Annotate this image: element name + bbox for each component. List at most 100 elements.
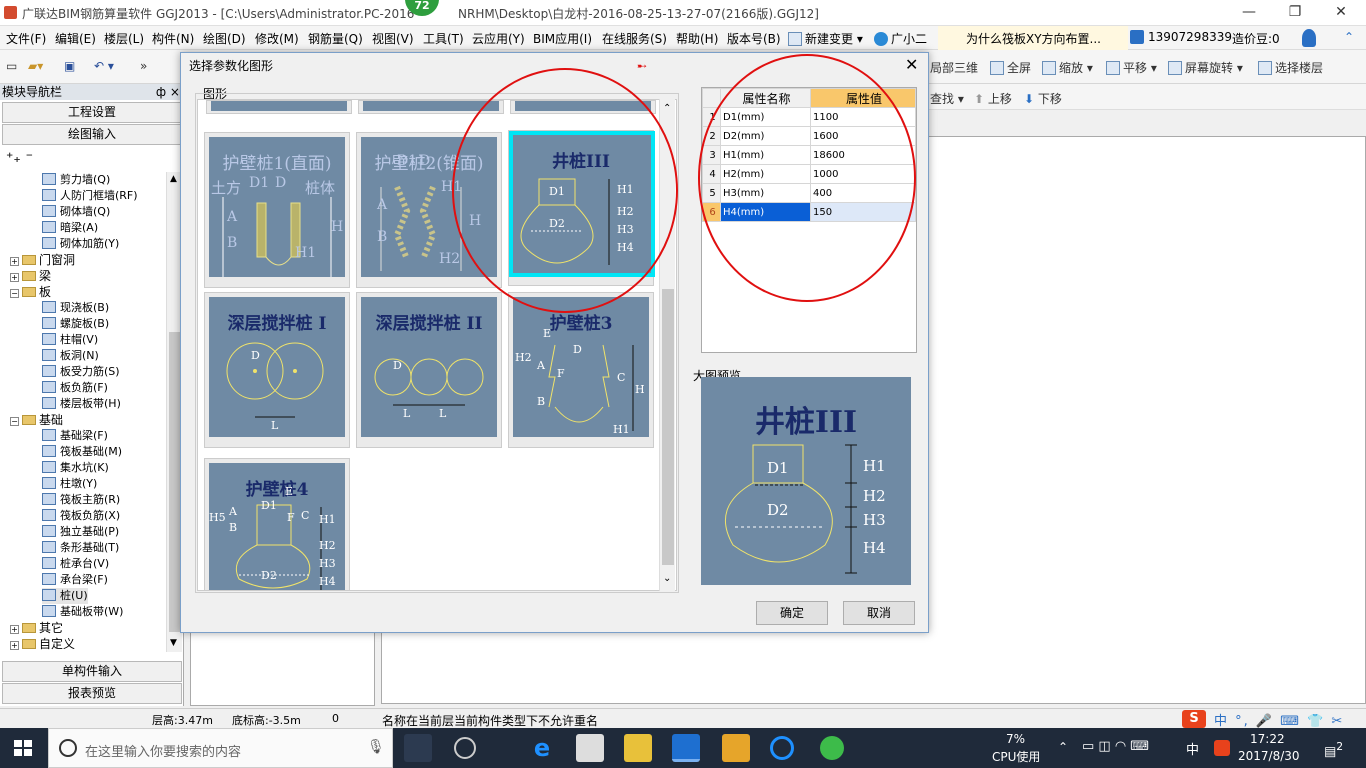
move-up-button[interactable]: ⬆ 上移 [974,90,1012,107]
tree-category[interactable]: + 自定义 [10,636,75,652]
sogou-ime-icon[interactable]: S [1182,710,1206,728]
expand-icon[interactable]: + [10,641,19,650]
zoom-button[interactable]: 缩放 ▾ [1042,59,1093,76]
scroll-down-icon[interactable]: ⌄ [663,573,671,584]
tree-item[interactable]: 砌体加筋(Y) [42,236,119,252]
pan-button[interactable]: 平移 ▾ [1106,59,1157,76]
drawing-input-button[interactable]: 绘图输入 [2,124,182,145]
glodon-app-icon[interactable] [672,734,700,762]
expand-icon[interactable]: + [10,625,19,634]
menu-file[interactable]: 文件(F) [6,30,46,47]
close-window-button[interactable]: ✕ [1318,0,1364,26]
notification-icon[interactable]: ▤2 [1324,740,1343,759]
cancel-button[interactable]: 取消 [843,601,915,625]
minimize-button[interactable]: — [1226,0,1272,26]
find-button[interactable]: 查找 ▾ [930,90,964,107]
menu-rebar[interactable]: 钢筋量(Q) [308,30,363,47]
move-down-button[interactable]: ⬇ 下移 [1024,90,1062,107]
tree-item[interactable]: 筏板负筋(X) [42,508,120,524]
tray-icons[interactable]: ▭ ◫ ◠ ⌨ [1082,739,1149,754]
menu-modify[interactable]: 修改(M) [255,30,299,47]
tree-item[interactable]: 独立基础(P) [42,524,119,540]
tree-item[interactable]: 螺旋板(B) [42,316,109,332]
tree-item[interactable]: 人防门框墙(RF) [42,188,138,204]
notes-app-icon[interactable] [722,734,750,762]
dialog-close-button[interactable]: ✕ [905,55,918,74]
expand-icon[interactable]: + [10,273,19,282]
question-text[interactable]: 为什么筏板XY方向布置... [966,30,1101,47]
tree-item[interactable]: 砌体墙(Q) [42,204,110,220]
scroll-down-icon[interactable]: ▼ [170,638,177,648]
local-3d-button[interactable]: 局部三维 [930,59,978,76]
tree-item[interactable]: 桩(U) [42,588,88,604]
new-file-icon[interactable]: ▭ [6,59,17,73]
shape-thumb-partial[interactable] [206,100,352,114]
menu-help[interactable]: 帮助(H) [676,30,718,47]
screen-rotate-button[interactable]: 屏幕旋转 ▾ [1168,59,1243,76]
tree-item[interactable]: 桩承台(V) [42,556,109,572]
menu-draw[interactable]: 绘图(D) [203,30,246,47]
task-view-icon[interactable] [404,734,432,762]
expand-icon[interactable]: + [10,257,19,266]
new-change-button[interactable]: 新建变更 ▾ [788,30,863,47]
tree-item[interactable]: 承台梁(F) [42,572,108,588]
sogou-tray-icon[interactable] [1214,740,1230,756]
tree-item[interactable]: 板洞(N) [42,348,99,364]
select-floor-button[interactable]: 选择楼层 [1258,59,1323,76]
fullscreen-button[interactable]: 全屏 [990,59,1031,76]
gallery-scroll-thumb[interactable] [662,289,674,565]
bell-icon[interactable] [1302,29,1316,47]
ime-indicator[interactable]: 中 [1186,739,1199,758]
nav-pin-icon[interactable]: ф × [156,84,180,100]
expand-all-icon[interactable]: ⁺₊ ⁻ [6,150,33,166]
tree-item[interactable]: 柱帽(V) [42,332,98,348]
collapse-icon[interactable]: − [10,417,19,426]
windows-start-icon[interactable] [14,740,32,756]
tree-category[interactable]: − 基础 [10,412,63,428]
menu-edit[interactable]: 编辑(E) [55,30,96,47]
tree-category[interactable]: − 板 [10,284,51,300]
menu-bim[interactable]: BIM应用(I) [533,30,592,47]
menu-version[interactable]: 版本号(B) [727,30,781,47]
microphone-icon[interactable]: 🎙 [367,739,385,755]
menu-online[interactable]: 在线服务(S) [602,30,667,47]
report-preview-button[interactable]: 报表预览 [2,683,182,704]
menu-floor[interactable]: 楼层(L) [104,30,144,47]
tray-arrow-icon[interactable]: ⌃ [1058,740,1068,754]
project-settings-button[interactable]: 工程设置 [2,102,182,123]
green-app-icon[interactable] [820,736,844,760]
tree-item[interactable]: 暗梁(A) [42,220,98,236]
tree-item[interactable]: 板负筋(F) [42,380,108,396]
tree-item[interactable]: 剪力墙(Q) [42,172,110,188]
shape-guard-pile-3[interactable]: 护壁桩3 E D H2 A F C H B H1 [508,292,654,448]
scroll-up-icon[interactable]: ▲ [170,174,177,184]
shape-guard-pile-4[interactable]: 护壁桩4 E H5 A B D1 F C H1 H2 H3 H4 D2 [204,458,350,590]
tree-item[interactable]: 板受力筋(S) [42,364,120,380]
collapse-icon[interactable]: − [10,289,19,298]
tree-category[interactable]: + 门窗洞 [10,252,75,268]
glodon-g-icon[interactable] [770,736,794,760]
tree-category[interactable]: + 梁 [10,268,51,284]
tree-category[interactable]: + 其它 [10,620,63,636]
tree-item[interactable]: 现浇板(B) [42,300,109,316]
shape-guard-pile-1[interactable]: 护壁桩1(直面) 土方 D1 D 桩体 A B H H1 [204,132,350,288]
tree-item[interactable]: 楼层板带(H) [42,396,121,412]
menu-component[interactable]: 构件(N) [152,30,194,47]
tree-item[interactable]: 集水坑(K) [42,460,109,476]
maximize-button[interactable]: ❐ [1272,0,1318,26]
shape-deep-mixing-pile-1[interactable]: 深层搅拌桩 I D L [204,292,350,448]
taskbar-search-box[interactable]: 在这里输入你要搜索的内容 🎙 [48,728,393,768]
tree-item[interactable]: 筏板基础(M) [42,444,122,460]
store-icon[interactable] [576,734,604,762]
ok-button[interactable]: 确定 [756,601,828,625]
tree-item[interactable]: 筏板主筋(R) [42,492,120,508]
app-icon-swirl[interactable] [454,737,476,759]
single-input-button[interactable]: 单构件输入 [2,661,182,682]
tree-item[interactable]: 条形基础(T) [42,540,119,556]
toggle-icon[interactable]: ⌃ [1344,30,1354,44]
menu-view[interactable]: 视图(V) [372,30,414,47]
scroll-up-icon[interactable]: ⌃ [663,103,671,114]
menu-tools[interactable]: 工具(T) [423,30,464,47]
assistant-button[interactable]: 广小二 [874,30,927,47]
menu-cloud[interactable]: 云应用(Y) [472,30,525,47]
